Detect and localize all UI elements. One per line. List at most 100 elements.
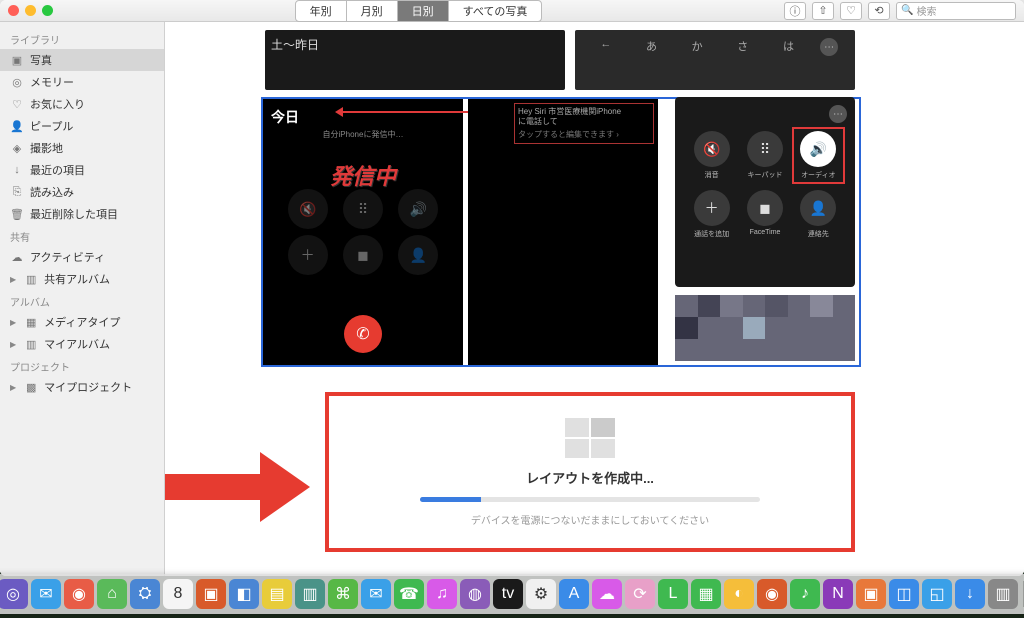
- clock-icon: ↓: [10, 163, 24, 177]
- sidebar-item-activity[interactable]: ☁アクティビティ: [0, 246, 164, 268]
- call-control-キーパッド: ⠿キーパッド: [742, 131, 787, 180]
- view-seg-2[interactable]: 日別: [398, 1, 449, 21]
- search-input[interactable]: 🔍 検索: [896, 2, 1016, 20]
- call-control-icon: 🔇: [694, 131, 730, 167]
- dock-app-29[interactable]: ◱: [922, 579, 952, 609]
- sidebar-section-header: プロジェクト: [0, 355, 164, 376]
- dock-app-24[interactable]: ◉: [757, 579, 787, 609]
- dock-app-16[interactable]: tv: [493, 579, 523, 609]
- sidebar-item-memory[interactable]: ◎メモリー: [0, 71, 164, 93]
- close-window[interactable]: [8, 5, 19, 16]
- dock-app-20[interactable]: ⟳: [625, 579, 655, 609]
- call-control-label: 通話を追加: [694, 229, 729, 239]
- dock-app-31[interactable]: ▥: [988, 579, 1018, 609]
- dock-app-1[interactable]: ◎: [0, 579, 28, 609]
- sidebar-item-heart[interactable]: ♡お気に入り: [0, 93, 164, 115]
- dock-app-10[interactable]: ▥: [295, 579, 325, 609]
- annotation-arrow-large: [165, 452, 315, 512]
- dock-app-15[interactable]: ◍: [460, 579, 490, 609]
- search-icon: 🔍: [901, 5, 913, 16]
- sidebar-item-people[interactable]: 👤ピープル: [0, 115, 164, 137]
- loading-title: レイアウトを作成中...: [526, 468, 654, 487]
- thumb-sat-yesterday[interactable]: 土～昨日: [265, 30, 565, 90]
- dock-app-30[interactable]: ↓: [955, 579, 985, 609]
- view-seg-3[interactable]: すべての写真: [449, 1, 542, 21]
- sidebar-item-location[interactable]: ◈撮影地: [0, 137, 164, 159]
- kb-key: ←: [592, 38, 620, 50]
- view-seg-1[interactable]: 月別: [347, 1, 398, 21]
- dock-app-14[interactable]: ♫: [427, 579, 457, 609]
- hangup-button-icon: ✆: [344, 315, 382, 353]
- titlebar: 年別月別日別すべての写真 ⓘ ⇧ ♡ ⟲ 🔍 検索: [0, 0, 1024, 22]
- sidebar: ライブラリ▣写真◎メモリー♡お気に入り👤ピープル◈撮影地↓最近の項目⎘読み込み🗑…: [0, 22, 165, 576]
- album-icon: ▥: [24, 272, 38, 286]
- zoom-window[interactable]: [42, 5, 53, 16]
- sidebar-item-trash[interactable]: 🗑最近削除した項目: [0, 203, 164, 225]
- dock-app-25[interactable]: ♪: [790, 579, 820, 609]
- photo-icon: ▣: [10, 53, 24, 67]
- sidebar-item-project[interactable]: ▶▩マイプロジェクト: [0, 376, 164, 398]
- sidebar-item-album[interactable]: ▶▥共有アルバム: [0, 268, 164, 290]
- dock-app-22[interactable]: ▦: [691, 579, 721, 609]
- dock-app-5[interactable]: ⛭: [130, 579, 160, 609]
- sidebar-section-header: 共有: [0, 225, 164, 246]
- dock-app-26[interactable]: N: [823, 579, 853, 609]
- dock-app-21[interactable]: L: [658, 579, 688, 609]
- kb-key: か: [683, 38, 711, 54]
- memory-icon: ◎: [10, 75, 24, 89]
- sidebar-item-media[interactable]: ▶▦メディアタイプ: [0, 311, 164, 333]
- sidebar-item-photo[interactable]: ▣写真: [0, 49, 164, 71]
- dock-app-27[interactable]: ▣: [856, 579, 886, 609]
- dock-app-11[interactable]: ⌘: [328, 579, 358, 609]
- layout-icon: [565, 418, 615, 458]
- call-control-label: FaceTime: [750, 229, 781, 236]
- photo-grid: 土～昨日 ←あかさは⋯ 今日 自分iPhoneに発信中… 発信中 🔇⠿🔊 ＋◼︎…: [265, 22, 1014, 382]
- sidebar-item-album[interactable]: ▶▥マイアルバム: [0, 333, 164, 355]
- sidebar-item-label: マイプロジェクト: [44, 379, 132, 395]
- dock-app-2[interactable]: ✉: [31, 579, 61, 609]
- toolbar-rotate-button[interactable]: ⟲: [868, 2, 890, 20]
- dock-app-6[interactable]: 8: [163, 579, 193, 609]
- today-label: 今日: [271, 107, 299, 127]
- sidebar-item-label: マイアルバム: [44, 336, 110, 352]
- call-control-icon: ◼︎: [747, 190, 783, 226]
- call-buttons-faded: 🔇⠿🔊 ＋◼︎👤: [263, 189, 463, 275]
- dock-app-12[interactable]: ✉: [361, 579, 391, 609]
- sidebar-item-clock[interactable]: ↓ 最近の項目: [0, 159, 164, 181]
- people-icon: 👤: [10, 119, 24, 133]
- dock-app-8[interactable]: ◧: [229, 579, 259, 609]
- phone-screenshot-calling: 今日 自分iPhoneに発信中… 発信中 🔇⠿🔊 ＋◼︎👤 ✆: [263, 99, 463, 365]
- call-control-icon: 🔊: [800, 131, 836, 167]
- progress-bar: [420, 497, 760, 502]
- thumb-keyboard[interactable]: ←あかさは⋯: [575, 30, 855, 90]
- sidebar-item-label: 最近の項目: [30, 162, 85, 178]
- thumb-pixelated[interactable]: [675, 295, 855, 361]
- sidebar-section-header: アルバム: [0, 290, 164, 311]
- call-control-label: 消音: [705, 170, 719, 180]
- dock-app-9[interactable]: ▤: [262, 579, 292, 609]
- sidebar-item-import[interactable]: ⎘ 読み込み: [0, 181, 164, 203]
- disclosure-icon: ▶: [10, 383, 16, 392]
- dock-app-7[interactable]: ▣: [196, 579, 226, 609]
- dock-app-19[interactable]: ☁: [592, 579, 622, 609]
- thumb-call-controls[interactable]: ⋯ 🔇消音⠿キーパッド🔊オーディオ＋通話を追加◼︎FaceTime👤連絡先: [675, 97, 855, 287]
- media-icon: ▦: [24, 315, 38, 329]
- dock-app-23[interactable]: ◐: [724, 579, 754, 609]
- dock-app-3[interactable]: ◉: [64, 579, 94, 609]
- dock-app-13[interactable]: ☎: [394, 579, 424, 609]
- dock-app-4[interactable]: ⌂: [97, 579, 127, 609]
- dock: ☺◎✉◉⌂⛭8▣◧▤▥⌘✉☎♫◍tv⚙A☁⟳L▦◐◉♪N▣◫◱↓▥🗑: [0, 574, 1024, 614]
- minimize-window[interactable]: [25, 5, 36, 16]
- view-segmented-control[interactable]: 年別月別日別すべての写真: [295, 0, 543, 22]
- toolbar-info-button[interactable]: ⓘ: [784, 2, 806, 20]
- calling-subtext: 自分iPhoneに発信中…: [263, 129, 463, 140]
- dock-app-18[interactable]: A: [559, 579, 589, 609]
- view-seg-0[interactable]: 年別: [296, 1, 347, 21]
- import-icon: ⎘: [10, 185, 24, 199]
- toolbar-share-button[interactable]: ⇧: [812, 2, 834, 20]
- phone-screenshot-siri: Hey Siri 市営医療機関iPhone に電話して タップすると編集できます…: [468, 99, 658, 365]
- dock-app-17[interactable]: ⚙: [526, 579, 556, 609]
- sidebar-item-label: 読み込み: [30, 184, 74, 200]
- dock-app-28[interactable]: ◫: [889, 579, 919, 609]
- toolbar-favorite-button[interactable]: ♡: [840, 2, 862, 20]
